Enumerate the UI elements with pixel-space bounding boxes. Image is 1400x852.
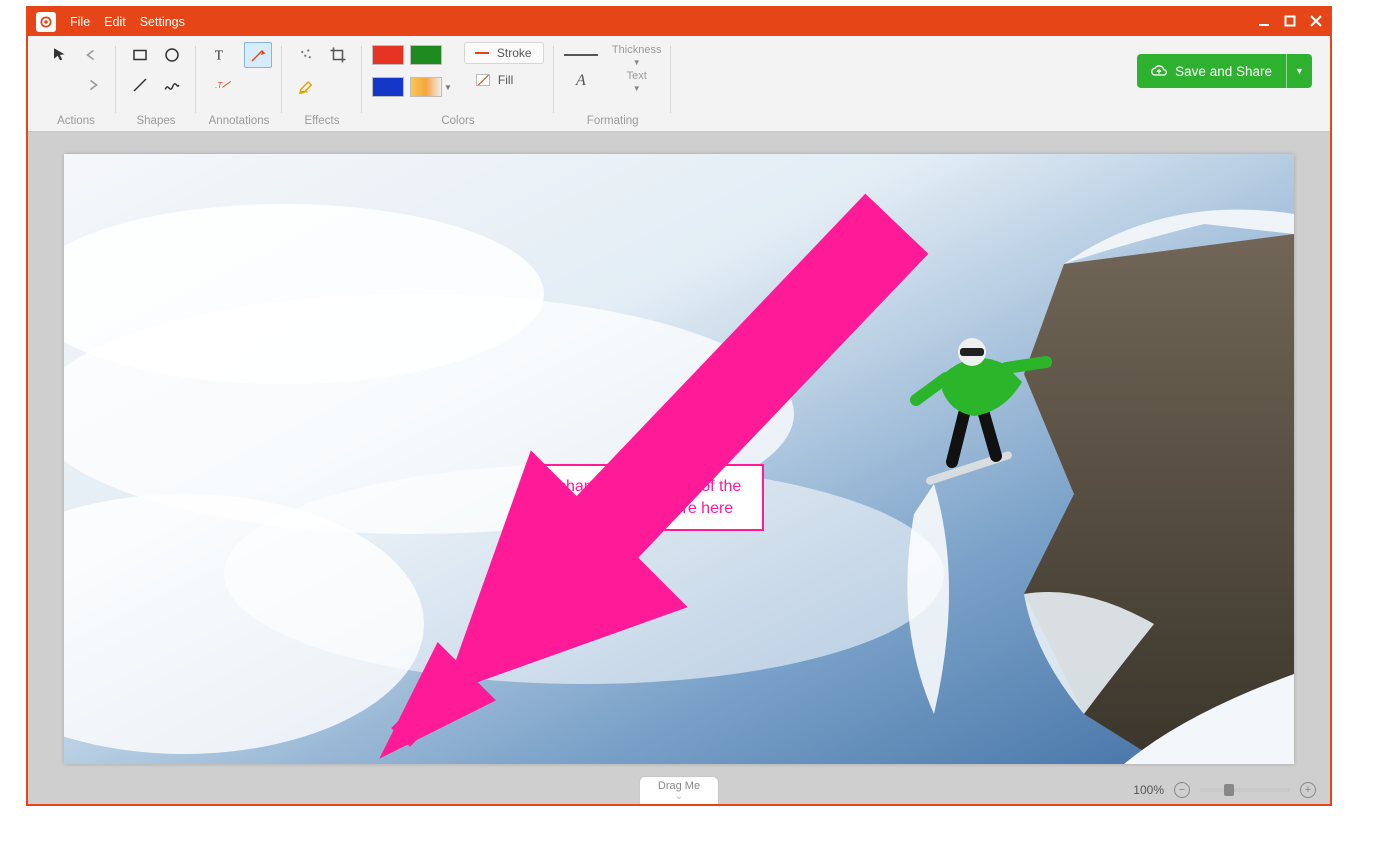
text-format-icon: A [576, 72, 586, 90]
chevron-down-icon: ⌄ [675, 792, 683, 802]
text-tool-button[interactable]: T [206, 42, 234, 68]
color-swatch-more[interactable]: ▼ [410, 77, 452, 97]
zoom-slider[interactable] [1200, 788, 1290, 792]
ellipse-shape-button[interactable] [158, 42, 186, 68]
fill-label: Fill [498, 73, 513, 87]
maximize-button[interactable] [1284, 15, 1296, 30]
annotation-text-box[interactable]: change the position of the skier to some… [544, 464, 764, 531]
ribbon-group-label: Formating [587, 111, 639, 127]
text-arrow-tool-button[interactable]: .T [206, 72, 240, 98]
chevron-down-icon: ▼ [633, 58, 641, 67]
blur-effect-button[interactable] [292, 42, 320, 68]
chevron-down-icon: ▼ [1295, 66, 1304, 76]
svg-text:T: T [215, 48, 224, 63]
drag-handle[interactable]: Drag Me ⌄ [639, 776, 719, 804]
ribbon-group-label: Shapes [136, 111, 175, 127]
zoom-in-button[interactable]: + [1300, 782, 1316, 798]
color-swatch-green[interactable] [410, 45, 442, 65]
ribbon-group-label: Effects [305, 111, 340, 127]
highlight-effect-button[interactable] [292, 72, 320, 98]
zoom-percent-label: 100% [1133, 783, 1164, 797]
ribbon-group-effects: Effects [282, 40, 362, 131]
fill-color-button[interactable]: Fill [464, 70, 544, 90]
crop-effect-button[interactable] [324, 42, 352, 68]
stroke-label: Stroke [497, 46, 532, 60]
cloud-upload-icon [1151, 63, 1167, 79]
arrow-tool-button[interactable] [244, 42, 272, 68]
zoom-out-button[interactable]: − [1174, 782, 1190, 798]
rectangle-shape-button[interactable] [126, 42, 154, 68]
thickness-label: Thickness [612, 44, 662, 56]
title-bar: File Edit Settings [28, 8, 1330, 36]
work-area: change the position of the skier to some… [28, 132, 1330, 804]
gradient-swatch-icon [410, 77, 442, 97]
chevron-down-icon: ▼ [633, 84, 641, 93]
fill-icon [476, 74, 490, 86]
status-bar: Drag Me ⌄ 100% − + [28, 776, 1330, 804]
stroke-icon [475, 52, 489, 54]
app-window: File Edit Settings [26, 6, 1332, 806]
ribbon-group-colors: ▼ Stroke Fill Colors [362, 40, 554, 131]
text-dropdown[interactable]: Text ▼ [612, 70, 662, 93]
annotation-text: change the position of the skier to some… [558, 478, 741, 517]
save-and-share-dropdown[interactable]: ▼ [1286, 54, 1312, 88]
chevron-down-icon: ▼ [444, 83, 452, 92]
freehand-shape-button[interactable] [158, 72, 186, 98]
text-label: Text [627, 70, 647, 82]
image-canvas[interactable]: change the position of the skier to some… [64, 154, 1294, 764]
ribbon-group-actions: Actions [36, 40, 116, 131]
color-swatch-red[interactable] [372, 45, 404, 65]
redo-button[interactable] [78, 72, 106, 98]
close-button[interactable] [1310, 15, 1322, 30]
ribbon-group-label: Annotations [209, 111, 270, 127]
save-and-share-label: Save and Share [1175, 64, 1272, 79]
ribbon-group-shapes: Shapes [116, 40, 196, 131]
app-logo-icon [36, 12, 56, 32]
line-shape-button[interactable] [126, 72, 154, 98]
ribbon-group-label: Colors [441, 111, 474, 127]
thickness-dropdown[interactable]: Thickness ▼ [612, 44, 662, 67]
color-swatch-blue[interactable] [372, 77, 404, 97]
menu-file[interactable]: File [70, 15, 90, 29]
ribbon-toolbar: Actions Shapes [28, 36, 1330, 132]
thickness-icon [564, 54, 598, 56]
canvas-image [64, 154, 1294, 764]
zoom-slider-thumb[interactable] [1224, 784, 1234, 796]
undo-button[interactable] [78, 42, 106, 68]
menu-edit[interactable]: Edit [104, 15, 126, 29]
menu-settings[interactable]: Settings [140, 15, 185, 29]
stroke-color-button[interactable]: Stroke [464, 42, 544, 64]
minimize-button[interactable] [1258, 15, 1270, 30]
ribbon-group-annotations: T .T Annotations [196, 40, 282, 131]
svg-text:.T: .T [215, 81, 223, 90]
pointer-tool-button[interactable] [46, 42, 74, 68]
ribbon-group-label: Actions [57, 111, 95, 127]
save-and-share-button[interactable]: Save and Share [1137, 54, 1286, 88]
ribbon-group-formatting: Thickness ▼ A Text ▼ Formating [554, 40, 672, 131]
